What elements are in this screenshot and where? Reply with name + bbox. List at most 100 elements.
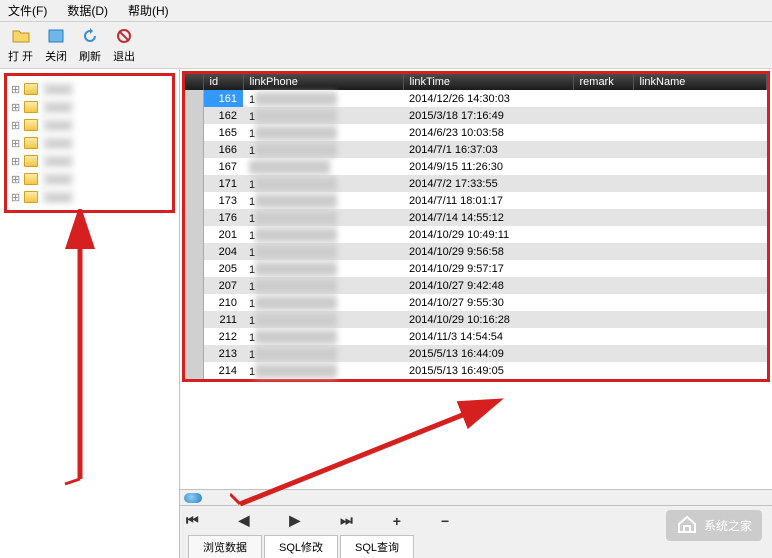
table-row[interactable]: 167000000000002014/9/15 11:26:30 [185, 158, 767, 175]
cell-remark[interactable] [573, 294, 633, 311]
cell-id[interactable]: 165 [203, 124, 243, 141]
tree-item[interactable]: ⊞xxxx [11, 134, 168, 152]
cell-linkname[interactable] [633, 294, 767, 311]
nav-last[interactable]: ⏭ [340, 512, 353, 529]
cell-linkname[interactable] [633, 328, 767, 345]
cell-id[interactable]: 210 [203, 294, 243, 311]
cell-linktime[interactable]: 2014/7/11 18:01:17 [403, 192, 573, 209]
table-row[interactable]: 1761000000000002014/7/14 14:55:12 [185, 209, 767, 226]
cell-id[interactable]: 176 [203, 209, 243, 226]
cell-linktime[interactable]: 2014/7/2 17:33:55 [403, 175, 573, 192]
col-remark[interactable]: remark [573, 74, 633, 90]
col-linkphone[interactable]: linkPhone [243, 74, 403, 90]
cell-linkname[interactable] [633, 209, 767, 226]
table-row[interactable]: 2051000000000002014/10/29 9:57:17 [185, 260, 767, 277]
table-row[interactable]: 1711000000000002014/7/2 17:33:55 [185, 175, 767, 192]
cell-linkphone[interactable]: 100000000000 [243, 107, 403, 124]
scrollbar-thumb[interactable] [184, 493, 202, 503]
cell-linktime[interactable]: 2014/10/27 9:55:30 [403, 294, 573, 311]
tree-item[interactable]: ⊞xxxx [11, 98, 168, 116]
table-row[interactable]: 2131000000000002015/5/13 16:44:09 [185, 345, 767, 362]
table-row[interactable]: 1661000000000002014/7/1 16:37:03 [185, 141, 767, 158]
cell-remark[interactable] [573, 243, 633, 260]
nav-prev[interactable]: ◀ [239, 512, 250, 529]
cell-linkphone[interactable]: 100000000000 [243, 226, 403, 243]
cell-remark[interactable] [573, 260, 633, 277]
close-button[interactable]: 关闭 [45, 26, 67, 64]
cell-linkphone[interactable]: 100000000000 [243, 243, 403, 260]
table-row[interactable]: 1651000000000002014/6/23 10:03:58 [185, 124, 767, 141]
cell-id[interactable]: 211 [203, 311, 243, 328]
tab-sql-query[interactable]: SQL查询 [340, 535, 414, 558]
table-row[interactable]: 1611000000000002014/12/26 14:30:03 [185, 90, 767, 107]
cell-linkname[interactable] [633, 362, 767, 379]
menu-help[interactable]: 帮助(H) [128, 2, 169, 19]
table-row[interactable]: 1621000000000002015/3/18 17:16:49 [185, 107, 767, 124]
nav-delete[interactable]: − [441, 513, 449, 529]
refresh-button[interactable]: 刷新 [79, 26, 101, 64]
cell-linkphone[interactable]: 100000000000 [243, 90, 403, 107]
nav-add[interactable]: + [393, 513, 401, 529]
horizontal-scrollbar[interactable] [180, 489, 772, 505]
cell-linktime[interactable]: 2014/10/29 10:49:11 [403, 226, 573, 243]
cell-linkphone[interactable]: 100000000000 [243, 294, 403, 311]
cell-linkname[interactable] [633, 124, 767, 141]
cell-id[interactable]: 214 [203, 362, 243, 379]
nav-first[interactable]: ⏮ [186, 512, 199, 529]
cell-linkname[interactable] [633, 90, 767, 107]
tree-item[interactable]: ⊞xxxx [11, 80, 168, 98]
cell-linkname[interactable] [633, 226, 767, 243]
cell-linktime[interactable]: 2014/11/3 14:54:54 [403, 328, 573, 345]
nav-next[interactable]: ▶ [289, 512, 300, 529]
cell-remark[interactable] [573, 328, 633, 345]
cell-id[interactable]: 207 [203, 277, 243, 294]
cell-linkname[interactable] [633, 192, 767, 209]
col-id[interactable]: id [203, 74, 243, 90]
tab-sql-modify[interactable]: SQL修改 [264, 535, 338, 558]
cell-remark[interactable] [573, 277, 633, 294]
tree-item[interactable]: ⊞xxxx [11, 152, 168, 170]
cell-linkname[interactable] [633, 345, 767, 362]
cell-id[interactable]: 167 [203, 158, 243, 175]
cell-linkphone[interactable]: 100000000000 [243, 345, 403, 362]
tree-item[interactable]: ⊞xxxx [11, 170, 168, 188]
table-row[interactable]: 2121000000000002014/11/3 14:54:54 [185, 328, 767, 345]
cell-remark[interactable] [573, 345, 633, 362]
cell-remark[interactable] [573, 90, 633, 107]
cell-id[interactable]: 171 [203, 175, 243, 192]
tree-item[interactable]: ⊞xxxx [11, 116, 168, 134]
cell-linktime[interactable]: 2014/10/29 10:16:28 [403, 311, 573, 328]
cell-linktime[interactable]: 2015/5/13 16:49:05 [403, 362, 573, 379]
table-row[interactable]: 2041000000000002014/10/29 9:56:58 [185, 243, 767, 260]
cell-remark[interactable] [573, 311, 633, 328]
cell-id[interactable]: 201 [203, 226, 243, 243]
exit-button[interactable]: 退出 [113, 26, 135, 64]
cell-linkphone[interactable]: 100000000000 [243, 175, 403, 192]
cell-remark[interactable] [573, 107, 633, 124]
menu-data[interactable]: 数据(D) [67, 2, 108, 19]
col-linkname[interactable]: linkName [633, 74, 767, 90]
cell-id[interactable]: 204 [203, 243, 243, 260]
cell-remark[interactable] [573, 209, 633, 226]
tab-browse-data[interactable]: 浏览数据 [188, 535, 262, 558]
cell-id[interactable]: 205 [203, 260, 243, 277]
cell-linkphone[interactable]: 100000000000 [243, 209, 403, 226]
cell-linkname[interactable] [633, 277, 767, 294]
cell-linkname[interactable] [633, 175, 767, 192]
cell-id[interactable]: 162 [203, 107, 243, 124]
cell-remark[interactable] [573, 226, 633, 243]
open-button[interactable]: 打 开 [8, 26, 33, 64]
table-row[interactable]: 2011000000000002014/10/29 10:49:11 [185, 226, 767, 243]
cell-id[interactable]: 166 [203, 141, 243, 158]
table-row[interactable]: 2071000000000002014/10/27 9:42:48 [185, 277, 767, 294]
cell-linkname[interactable] [633, 141, 767, 158]
cell-id[interactable]: 212 [203, 328, 243, 345]
cell-linkphone[interactable]: 100000000000 [243, 311, 403, 328]
cell-linkphone[interactable]: 100000000000 [243, 141, 403, 158]
cell-linkphone[interactable]: 100000000000 [243, 328, 403, 345]
cell-linktime[interactable]: 2014/10/29 9:57:17 [403, 260, 573, 277]
cell-remark[interactable] [573, 141, 633, 158]
cell-remark[interactable] [573, 175, 633, 192]
cell-remark[interactable] [573, 192, 633, 209]
cell-linktime[interactable]: 2014/7/1 16:37:03 [403, 141, 573, 158]
